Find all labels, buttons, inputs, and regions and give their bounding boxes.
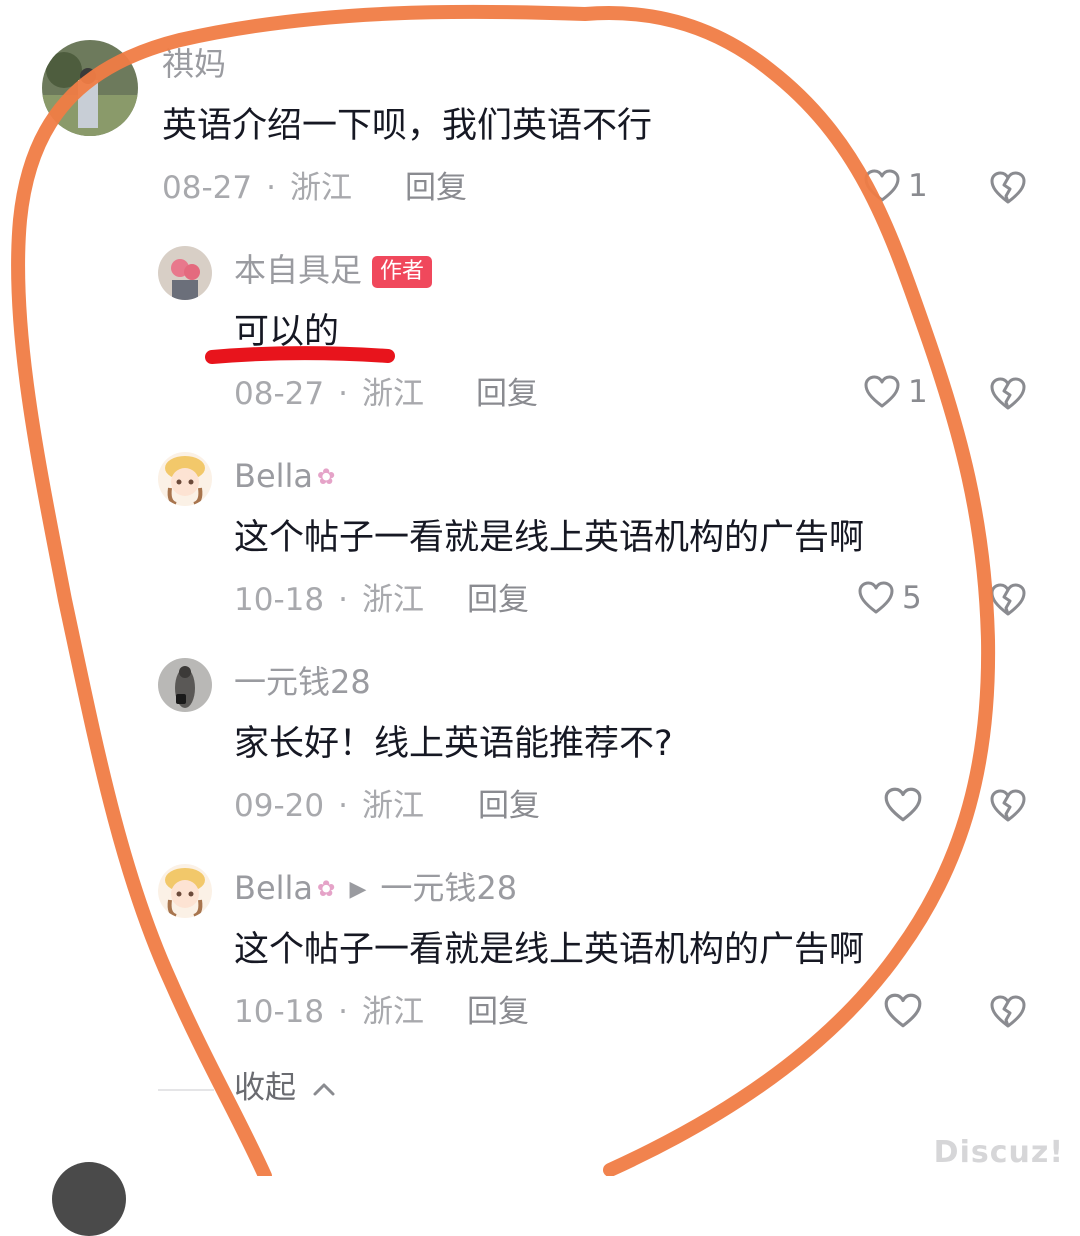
like-count: 1 — [908, 168, 928, 204]
avatar[interactable] — [52, 1162, 126, 1236]
like-button[interactable]: 5 — [856, 578, 922, 618]
comment-meta: 08-27 · 浙江 — [162, 170, 352, 206]
heart-outline-icon — [864, 375, 900, 408]
collapse-divider — [158, 1089, 214, 1091]
comment-text: 家长好！线上英语能推荐不? — [234, 724, 673, 764]
watermark: Discuz! — [933, 1135, 1064, 1170]
broken-heart-icon — [990, 377, 1026, 410]
reply-button[interactable]: 回复 — [467, 580, 529, 620]
avatar[interactable] — [158, 452, 212, 506]
comment-location: 浙江 — [289, 170, 352, 206]
avatar[interactable] — [158, 658, 212, 712]
username-text: 本自具足 — [234, 251, 363, 289]
avatar[interactable] — [158, 246, 212, 300]
reply-button[interactable]: 回复 — [476, 374, 538, 414]
broken-heart-icon — [990, 789, 1026, 822]
comment-date: 09-20 — [234, 788, 325, 824]
like-button[interactable]: 1 — [862, 166, 928, 206]
comment-meta: 08-27 · 浙江 — [234, 376, 424, 412]
broken-heart-icon — [990, 583, 1026, 616]
collapse-button[interactable]: 收起 — [234, 1068, 338, 1108]
avatar[interactable] — [42, 40, 138, 136]
comment-date: 10-18 — [234, 582, 325, 618]
like-button[interactable] — [882, 990, 930, 1032]
comment-location: 浙江 — [361, 788, 424, 824]
comment-text: 这个帖子一看就是线上英语机构的广告啊 — [234, 930, 865, 970]
like-count: 5 — [902, 580, 922, 616]
comment-location: 浙江 — [361, 376, 424, 412]
comment-location: 浙江 — [361, 994, 424, 1030]
author-badge: 作者 — [372, 256, 433, 288]
comment-meta: 10-18 · 浙江 — [234, 994, 424, 1030]
comment-username[interactable]: 祺妈 — [162, 44, 226, 84]
reply-to-username[interactable]: 一元钱28 — [380, 869, 517, 907]
broken-heart-icon — [990, 171, 1026, 204]
comment-username[interactable]: Bella ✿ ▶ 一元钱28 — [234, 868, 517, 910]
dislike-button[interactable] — [988, 580, 1028, 624]
comment-date: 08-27 — [162, 170, 253, 206]
comment-date: 08-27 — [234, 376, 325, 412]
avatar[interactable] — [158, 864, 212, 918]
comment-username[interactable]: Bella ✿ — [234, 456, 335, 498]
fairy-emoji-icon: ✿ — [317, 877, 336, 902]
dislike-button[interactable] — [988, 786, 1028, 830]
comment-meta: 10-18 · 浙江 — [234, 582, 424, 618]
dislike-button[interactable] — [988, 992, 1028, 1036]
dislike-button[interactable] — [988, 374, 1028, 418]
broken-heart-icon — [990, 995, 1026, 1028]
collapse-label: 收起 — [234, 1070, 296, 1106]
comment-date: 10-18 — [234, 994, 325, 1030]
comment-username[interactable]: 本自具足 作者 — [234, 250, 433, 290]
comment-location: 浙江 — [361, 582, 424, 618]
reply-button[interactable]: 回复 — [467, 992, 529, 1032]
comment-meta: 09-20 · 浙江 — [234, 788, 424, 824]
heart-outline-icon — [864, 169, 900, 202]
dislike-button[interactable] — [988, 168, 1028, 212]
comment-text: 这个帖子一看就是线上英语机构的广告啊 — [234, 518, 865, 558]
reply-button[interactable]: 回复 — [478, 786, 540, 826]
username-text: Bella — [234, 869, 314, 907]
fairy-emoji-icon: ✿ — [317, 465, 336, 490]
reply-button[interactable]: 回复 — [405, 168, 467, 208]
like-count: 1 — [908, 374, 928, 410]
heart-outline-icon — [884, 993, 922, 1028]
username-text: Bella — [234, 457, 314, 495]
like-button[interactable] — [882, 784, 930, 826]
heart-outline-icon — [884, 787, 922, 822]
comment-text: 英语介绍一下呗，我们英语不行 — [162, 106, 653, 146]
chevron-up-icon — [313, 1083, 335, 1095]
play-arrow-icon: ▶ — [349, 877, 367, 902]
comment-text: 可以的 — [234, 312, 340, 352]
like-button[interactable]: 1 — [862, 372, 928, 412]
comment-username[interactable]: 一元钱28 — [234, 662, 371, 702]
heart-outline-icon — [858, 581, 894, 614]
